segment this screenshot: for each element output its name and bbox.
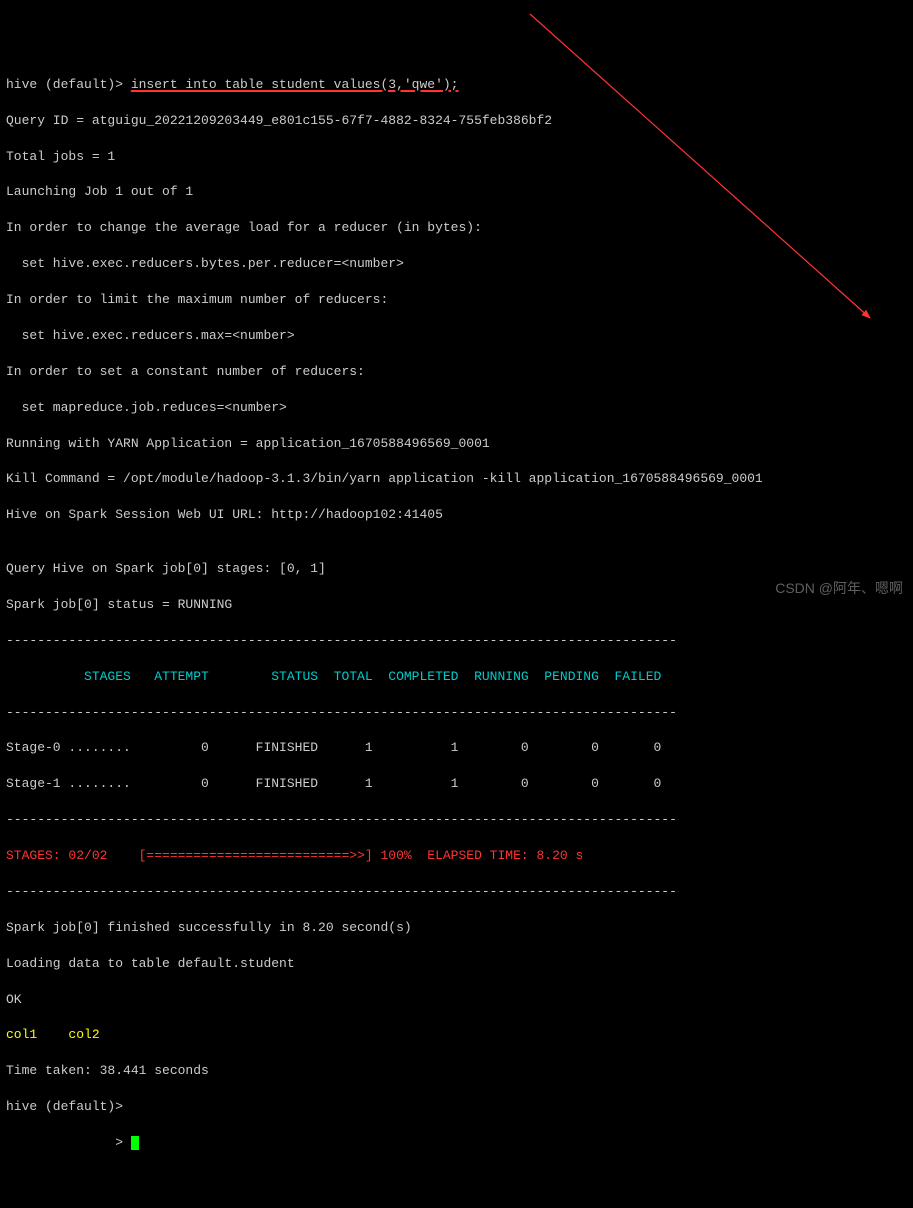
divider: ----------------------------------------… (6, 811, 907, 829)
terminal-line: set hive.exec.reducers.max=<number> (6, 327, 907, 345)
terminal-line: Loading data to table default.student (6, 955, 907, 973)
stages-progress: STAGES: 02/02 [=========================… (6, 847, 907, 865)
table-row: Stage-0 ........ 0 FINISHED 1 1 0 0 0 (6, 739, 907, 757)
time-taken: Time taken: 38.441 seconds (6, 1062, 907, 1080)
terminal-line: In order to set a constant number of red… (6, 363, 907, 381)
terminal-line: Total jobs = 1 (6, 148, 907, 166)
terminal-line: Launching Job 1 out of 1 (6, 183, 907, 201)
stages-label: STAGES: 02/02 (6, 848, 139, 863)
table-header: STAGES ATTEMPT STATUS TOTAL COMPLETED RU… (6, 668, 907, 686)
divider: ----------------------------------------… (6, 704, 907, 722)
terminal-line: Query ID = atguigu_20221209203449_e801c1… (6, 112, 907, 130)
hive-prompt: hive (default)> (6, 77, 131, 92)
divider: ----------------------------------------… (6, 883, 907, 901)
continuation-prompt[interactable]: > (6, 1134, 907, 1152)
terminal-line: set hive.exec.reducers.bytes.per.reducer… (6, 255, 907, 273)
watermark: CSDN @阿年、嗯啊 (775, 579, 903, 598)
terminal-line: In order to change the average load for … (6, 219, 907, 237)
terminal-line: Query Hive on Spark job[0] stages: [0, 1… (6, 560, 907, 578)
terminal-line: hive (default)> insert into table studen… (6, 76, 907, 94)
terminal-line: Running with YARN Application = applicat… (6, 435, 907, 453)
terminal-line: OK (6, 991, 907, 1009)
terminal-line: In order to limit the maximum number of … (6, 291, 907, 309)
terminal-line: Kill Command = /opt/module/hadoop-3.1.3/… (6, 470, 907, 488)
sql-command: insert into table student values(3,'qwe'… (131, 77, 459, 92)
terminal-line: Spark job[0] status = RUNNING (6, 596, 907, 614)
terminal-line: Hive on Spark Session Web UI URL: http:/… (6, 506, 907, 524)
hive-prompt: hive (default)> (6, 1098, 907, 1116)
cursor-icon (131, 1136, 139, 1150)
column-header: col1 col2 (6, 1026, 907, 1044)
progress-bar: [==========================>>] 100% ELAP… (139, 848, 584, 863)
terminal-line: set mapreduce.job.reduces=<number> (6, 399, 907, 417)
divider: ----------------------------------------… (6, 632, 907, 650)
terminal-line: Spark job[0] finished successfully in 8.… (6, 919, 907, 937)
table-row: Stage-1 ........ 0 FINISHED 1 1 0 0 0 (6, 775, 907, 793)
